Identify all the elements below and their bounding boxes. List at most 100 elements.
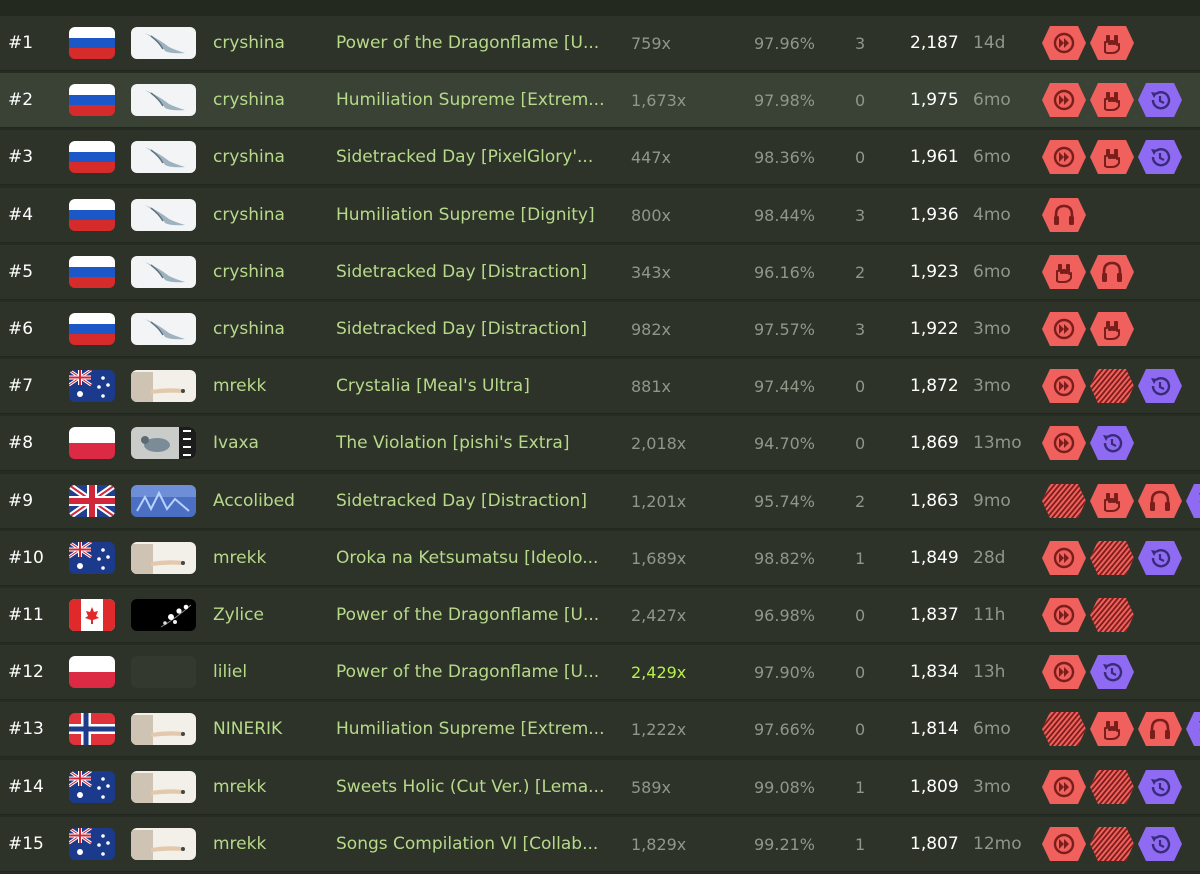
poland-flag[interactable] <box>69 656 115 689</box>
table-row[interactable]: #7 mrekk Crystalia [Meal's Ultra] 881x 97.44… <box>0 359 1200 415</box>
hard-rock-icon[interactable] <box>1089 139 1135 175</box>
beatmap-title-link[interactable]: Sidetracked Day [Distraction] <box>336 474 618 529</box>
hard-rock-icon[interactable] <box>1089 25 1135 61</box>
russia-flag[interactable] <box>69 313 115 345</box>
hidden-stripes-icon[interactable] <box>1089 826 1135 862</box>
blank-avatar[interactable] <box>131 656 196 689</box>
beatmap-title-link[interactable]: Humiliation Supreme [Dignity] <box>336 188 618 243</box>
hard-rock-icon[interactable] <box>1089 311 1135 347</box>
rewind-icon[interactable] <box>1137 139 1183 175</box>
australia-flag[interactable] <box>69 370 115 403</box>
rewind-icon[interactable] <box>1137 368 1183 404</box>
arm-avatar[interactable] <box>131 541 196 574</box>
beatmap-title-link[interactable]: Power of the Dragonflame [U... <box>336 645 618 700</box>
double-time-icon[interactable] <box>1041 425 1087 461</box>
table-row[interactable]: #6 cryshina Sidetracked Day [Distraction] 9… <box>0 302 1200 357</box>
australia-flag[interactable] <box>69 827 115 860</box>
uk-flag[interactable] <box>69 484 115 517</box>
table-row[interactable]: #4 cryshina Humiliation Supreme [Dignity] 8… <box>0 187 1200 243</box>
table-row[interactable]: #15 mrekk Songs Compilation VI [Collab... 1… <box>0 816 1200 872</box>
pigeon-avatar[interactable] <box>131 427 196 460</box>
rewind-icon[interactable] <box>1089 654 1135 690</box>
double-time-icon[interactable] <box>1041 25 1087 61</box>
beatmap-title-link[interactable]: Power of the Dragonflame [U... <box>336 16 618 71</box>
rewind-icon[interactable] <box>1185 711 1200 747</box>
double-time-icon[interactable] <box>1041 597 1087 633</box>
bird-avatar[interactable] <box>131 84 196 117</box>
australia-flag[interactable] <box>69 541 115 574</box>
beatmap-title-link[interactable]: Sidetracked Day [Distraction] <box>336 245 618 300</box>
poland-flag[interactable] <box>69 427 115 460</box>
russia-flag[interactable] <box>69 84 115 117</box>
double-time-icon[interactable] <box>1041 769 1087 805</box>
table-row[interactable]: #3 cryshina Sidetracked Day [PixelGlory'..… <box>0 130 1200 186</box>
beatmap-title-link[interactable]: Oroka na Ketsumatsu [Ideolo... <box>336 531 618 586</box>
headphones-icon[interactable] <box>1137 711 1183 747</box>
rewind-icon[interactable] <box>1185 483 1200 519</box>
player-name-link[interactable]: cryshina <box>213 245 285 300</box>
canada-flag[interactable] <box>69 599 115 631</box>
table-row[interactable]: #9 Accolibed Sidetracked Day [Distraction]… <box>0 473 1200 529</box>
blue-avatar[interactable] <box>131 484 196 517</box>
beatmap-title-link[interactable]: Sidetracked Day [Distraction] <box>336 302 618 357</box>
player-name-link[interactable]: liliel <box>213 645 247 700</box>
beatmap-title-link[interactable]: Power of the Dragonflame [U... <box>336 588 618 643</box>
beatmap-title-link[interactable]: The Violation [pishi's Extra] <box>336 416 618 471</box>
headphones-icon[interactable] <box>1089 254 1135 290</box>
beatmap-title-link[interactable]: Humiliation Supreme [Extrem... <box>336 73 618 128</box>
beatmap-title-link[interactable]: Songs Compilation VI [Collab... <box>336 817 618 872</box>
bird-avatar[interactable] <box>131 198 196 231</box>
double-time-icon[interactable] <box>1041 540 1087 576</box>
hidden-stripes-icon[interactable] <box>1089 769 1135 805</box>
australia-flag[interactable] <box>69 770 115 803</box>
player-name-link[interactable]: Ivaxa <box>213 416 259 471</box>
rewind-icon[interactable] <box>1089 425 1135 461</box>
hard-rock-icon[interactable] <box>1089 483 1135 519</box>
table-row[interactable]: #5 cryshina Sidetracked Day [Distraction] 3… <box>0 244 1200 300</box>
table-row[interactable]: #10 mrekk Oroka na Ketsumatsu [Ideolo... 1,… <box>0 530 1200 586</box>
norway-flag[interactable] <box>69 713 115 746</box>
hard-rock-icon[interactable] <box>1089 711 1135 747</box>
hidden-stripes-icon[interactable] <box>1041 711 1087 747</box>
bird-avatar[interactable] <box>131 27 196 59</box>
hidden-stripes-icon[interactable] <box>1041 483 1087 519</box>
hard-rock-icon[interactable] <box>1089 82 1135 118</box>
bird-avatar[interactable] <box>131 141 196 174</box>
table-row[interactable]: #1 cryshina Power of the Dragonflame [U...… <box>0 16 1200 71</box>
table-row[interactable]: #14 mrekk Sweets Holic (Cut Ver.) [Lema...… <box>0 759 1200 815</box>
rewind-icon[interactable] <box>1137 82 1183 118</box>
double-time-icon[interactable] <box>1041 826 1087 862</box>
russia-flag[interactable] <box>69 27 115 59</box>
player-name-link[interactable]: cryshina <box>213 16 285 71</box>
table-row[interactable]: #11 Zylice Power of the Dragonflame [U... 2… <box>0 588 1200 643</box>
russia-flag[interactable] <box>69 198 115 231</box>
russia-flag[interactable] <box>69 141 115 174</box>
table-row[interactable]: #8 Ivaxa The Violation [pishi's Extra] 2,01… <box>0 416 1200 472</box>
beatmap-title-link[interactable]: Sweets Holic (Cut Ver.) [Lema... <box>336 760 618 815</box>
player-name-link[interactable]: Zylice <box>213 588 264 643</box>
headphones-icon[interactable] <box>1137 483 1183 519</box>
hidden-stripes-icon[interactable] <box>1089 597 1135 633</box>
double-time-icon[interactable] <box>1041 654 1087 690</box>
rewind-icon[interactable] <box>1137 540 1183 576</box>
bird-avatar[interactable] <box>131 313 196 345</box>
arm-avatar[interactable] <box>131 827 196 860</box>
arm-avatar[interactable] <box>131 713 196 746</box>
double-time-icon[interactable] <box>1041 139 1087 175</box>
player-name-link[interactable]: Accolibed <box>213 474 295 529</box>
player-name-link[interactable]: cryshina <box>213 73 285 128</box>
player-name-link[interactable]: mrekk <box>213 817 266 872</box>
table-row[interactable]: #2 cryshina Humiliation Supreme [Extrem...… <box>0 73 1200 129</box>
rewind-icon[interactable] <box>1137 826 1183 862</box>
beatmap-title-link[interactable]: Sidetracked Day [PixelGlory'... <box>336 130 618 185</box>
arm-avatar[interactable] <box>131 370 196 403</box>
player-name-link[interactable]: cryshina <box>213 302 285 357</box>
hidden-stripes-icon[interactable] <box>1089 368 1135 404</box>
beatmap-title-link[interactable]: Humiliation Supreme [Extrem... <box>336 702 618 757</box>
rewind-icon[interactable] <box>1137 769 1183 805</box>
double-time-icon[interactable] <box>1041 368 1087 404</box>
table-row[interactable]: #13 NINERIK Humiliation Supreme [Extrem...… <box>0 702 1200 758</box>
player-name-link[interactable]: cryshina <box>213 188 285 243</box>
player-name-link[interactable]: cryshina <box>213 130 285 185</box>
player-name-link[interactable]: mrekk <box>213 359 266 414</box>
